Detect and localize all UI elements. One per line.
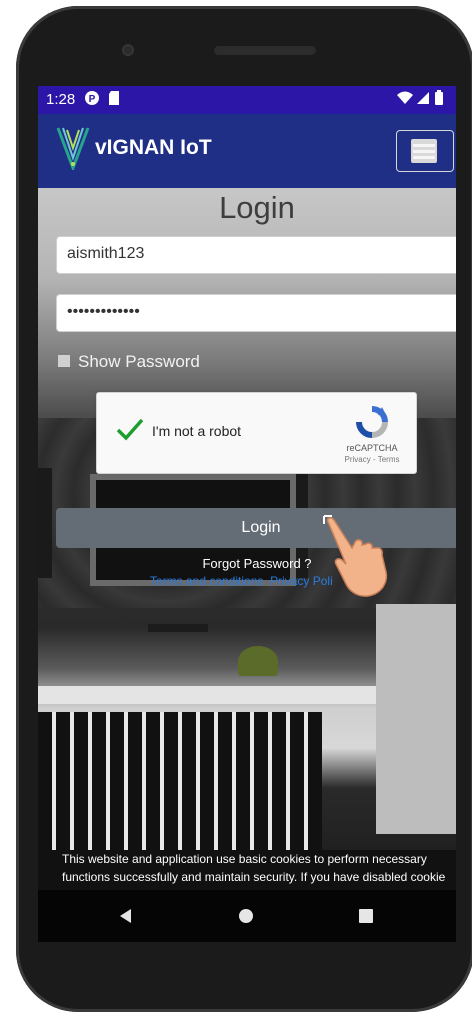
recents-icon[interactable] bbox=[358, 908, 374, 929]
striped-bench bbox=[38, 712, 322, 852]
flower-vase bbox=[238, 646, 278, 676]
login-page: Login aismith123 ••••••••••••• Show Pass… bbox=[38, 188, 456, 890]
show-password-checkbox[interactable] bbox=[58, 355, 70, 367]
checkmark-icon[interactable] bbox=[115, 417, 145, 448]
status-bar: 1:28 P bbox=[38, 86, 456, 114]
signal-icon bbox=[416, 90, 430, 110]
show-password-row[interactable]: Show Password bbox=[58, 352, 200, 372]
recaptcha-brand: reCAPTCHA bbox=[346, 443, 398, 453]
status-time: 1:28 bbox=[46, 91, 76, 108]
hamburger-menu-button[interactable] bbox=[396, 130, 454, 172]
tap-hand-icon bbox=[322, 514, 392, 603]
vignan-logo-icon bbox=[56, 124, 90, 175]
forgot-password-link[interactable]: Forgot Password ? bbox=[38, 556, 456, 571]
back-icon[interactable] bbox=[118, 908, 134, 929]
cookie-text-line-1: This website and application use basic c… bbox=[62, 852, 427, 866]
password-input[interactable]: ••••••••••••• bbox=[56, 294, 456, 332]
front-camera bbox=[122, 44, 134, 56]
sofa bbox=[376, 604, 456, 834]
sd-card-icon bbox=[108, 90, 120, 110]
recaptcha-logo-icon bbox=[355, 405, 389, 444]
app-brand-title: vIGNAN IoT bbox=[95, 136, 212, 159]
page-title: Login bbox=[219, 190, 295, 225]
recaptcha-widget: I'm not a robot reCAPTCHA Privacy - Term… bbox=[96, 392, 417, 474]
username-input[interactable]: aismith123 bbox=[56, 236, 456, 274]
terms-link[interactable]: Terms and conditions bbox=[150, 574, 263, 588]
recaptcha-links[interactable]: Privacy - Terms bbox=[337, 455, 407, 464]
svg-text:P: P bbox=[89, 94, 96, 105]
cookie-banner: This website and application use basic c… bbox=[38, 850, 456, 890]
cookie-text-line-2: functions successfully and maintain secu… bbox=[62, 870, 446, 884]
login-button[interactable]: Login bbox=[56, 508, 456, 548]
legal-links: Terms and conditions Privacy Poli bbox=[150, 574, 333, 588]
battery-icon bbox=[434, 90, 444, 110]
recaptcha-label: I'm not a robot bbox=[152, 423, 242, 439]
wall-shelf bbox=[148, 624, 208, 632]
menu-icon bbox=[411, 139, 437, 163]
android-nav-bar bbox=[38, 890, 456, 942]
notification-icon: P bbox=[84, 90, 100, 110]
earpiece-speaker bbox=[214, 46, 316, 55]
wifi-icon bbox=[396, 90, 414, 110]
phone-screen: 1:28 P vIGNAN IoT Login aismith123 •••••… bbox=[38, 86, 456, 890]
app-header: vIGNAN IoT bbox=[38, 114, 456, 188]
home-icon[interactable] bbox=[238, 908, 254, 929]
show-password-label: Show Password bbox=[78, 352, 200, 371]
